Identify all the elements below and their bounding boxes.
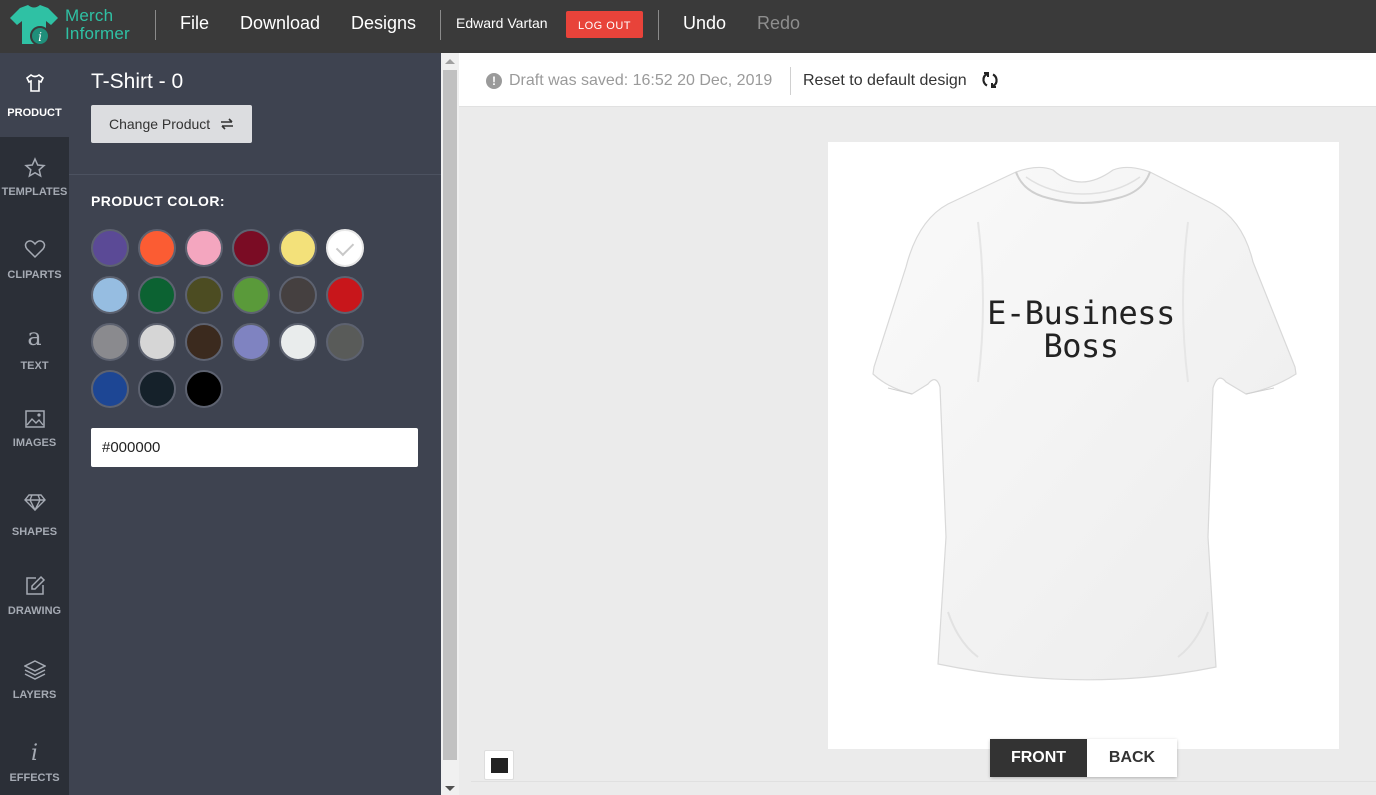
rail-shapes[interactable]: SHAPES xyxy=(0,485,69,569)
rail-label: PRODUCT xyxy=(7,107,62,119)
logo-shirt-icon: i xyxy=(6,2,62,50)
color-swatch[interactable] xyxy=(326,276,364,314)
swap-icon xyxy=(220,106,234,144)
scroll-down-arrow[interactable] xyxy=(445,786,455,791)
rail-cliparts[interactable]: CLIPARTS xyxy=(0,221,69,305)
rail-label: TEMPLATES xyxy=(1,186,68,198)
product-canvas[interactable]: E-Business Boss xyxy=(828,142,1339,749)
edit-icon xyxy=(0,575,69,600)
color-swatch[interactable] xyxy=(185,323,223,361)
brand-line2: Informer xyxy=(65,24,130,43)
undo-button[interactable]: Undo xyxy=(683,13,726,34)
diamond-icon xyxy=(0,493,69,514)
scroll-thumb[interactable] xyxy=(443,70,457,760)
background-color-chip[interactable] xyxy=(484,750,514,780)
product-title: T-Shirt - 0 xyxy=(91,70,184,93)
menu-download[interactable]: Download xyxy=(240,13,320,34)
rail-templates[interactable]: TEMPLATES xyxy=(0,137,69,221)
color-swatch[interactable] xyxy=(91,229,129,267)
layers-icon xyxy=(0,659,69,684)
color-swatch[interactable] xyxy=(185,229,223,267)
color-swatch[interactable] xyxy=(232,276,270,314)
reset-default-link[interactable]: Reset to default design xyxy=(803,72,967,90)
color-swatch[interactable] xyxy=(279,229,317,267)
divider xyxy=(790,67,791,95)
panel-scrollbar[interactable] xyxy=(441,53,459,795)
color-swatch[interactable] xyxy=(185,370,223,408)
print-line1: E-Business xyxy=(987,294,1175,332)
top-bar: i Merch Informer File Download Designs E… xyxy=(0,0,1376,53)
rail-label: IMAGES xyxy=(12,437,57,449)
tshirt-icon xyxy=(0,73,69,96)
hex-color-input[interactable] xyxy=(91,428,418,467)
print-line2: Boss xyxy=(1043,327,1119,365)
menu-designs[interactable]: Designs xyxy=(351,13,416,34)
info-bar: ! Draft was saved: 16:52 20 Dec, 2019 Re… xyxy=(459,53,1376,107)
color-chip-fill xyxy=(491,758,508,773)
color-swatch[interactable] xyxy=(326,323,364,361)
brand-name: Merch Informer xyxy=(65,7,130,43)
color-swatch[interactable] xyxy=(138,276,176,314)
color-swatch[interactable] xyxy=(91,276,129,314)
product-color-label: PRODUCT COLOR: xyxy=(91,193,225,209)
divider xyxy=(155,10,156,40)
design-print-text[interactable]: E-Business Boss xyxy=(941,297,1221,363)
effects-icon: i xyxy=(30,741,39,766)
svg-text:i: i xyxy=(38,30,42,44)
reset-icon[interactable] xyxy=(981,71,999,94)
text-icon: a xyxy=(27,323,42,351)
view-toggle: FRONT BACK xyxy=(990,739,1177,777)
tshirt-mockup xyxy=(872,166,1297,681)
divider xyxy=(471,781,1376,782)
rail-label: TEXT xyxy=(20,360,49,372)
star-icon xyxy=(0,157,69,182)
heart-icon xyxy=(0,239,69,262)
color-swatch[interactable] xyxy=(232,323,270,361)
merch-informer-logo[interactable]: i Merch Informer xyxy=(6,2,138,50)
draft-saved-text: Draft was saved: 16:52 20 Dec, 2019 xyxy=(509,72,773,89)
rail-product[interactable]: PRODUCT xyxy=(0,53,69,137)
rail-label: SHAPES xyxy=(11,526,58,538)
product-panel: T-Shirt - 0 Change Product PRODUCT COLOR… xyxy=(69,53,441,795)
color-swatch[interactable] xyxy=(232,229,270,267)
front-view-button[interactable]: FRONT xyxy=(990,739,1087,777)
color-swatch[interactable] xyxy=(185,276,223,314)
color-swatch[interactable] xyxy=(326,229,364,267)
username: Edward Vartan xyxy=(456,15,548,31)
tool-rail: PRODUCT TEMPLATES CLIPARTS a TEXT IMAGES… xyxy=(0,53,69,795)
divider xyxy=(440,10,441,40)
rail-layers[interactable]: LAYERS xyxy=(0,653,69,737)
design-workspace: ! Draft was saved: 16:52 20 Dec, 2019 Re… xyxy=(459,53,1376,795)
rail-label: CLIPARTS xyxy=(7,269,62,281)
color-swatch[interactable] xyxy=(279,323,317,361)
color-swatch[interactable] xyxy=(91,323,129,361)
rail-drawing[interactable]: DRAWING xyxy=(0,569,69,653)
color-swatch[interactable] xyxy=(138,323,176,361)
image-icon xyxy=(0,409,69,432)
divider xyxy=(658,10,659,40)
rail-label: LAYERS xyxy=(12,689,57,701)
change-product-button[interactable]: Change Product xyxy=(91,105,252,143)
color-swatch[interactable] xyxy=(279,276,317,314)
info-icon: ! xyxy=(486,73,502,89)
color-swatch[interactable] xyxy=(138,229,176,267)
change-product-label: Change Product xyxy=(109,116,211,132)
rail-text[interactable]: a TEXT xyxy=(0,305,69,401)
color-swatch[interactable] xyxy=(91,370,129,408)
logout-button[interactable]: LOG OUT xyxy=(566,11,643,38)
rail-images[interactable]: IMAGES xyxy=(0,401,69,485)
redo-button[interactable]: Redo xyxy=(757,13,800,34)
scroll-up-arrow[interactable] xyxy=(445,59,455,64)
menu-file[interactable]: File xyxy=(180,13,209,34)
rail-label: EFFECTS xyxy=(9,772,60,784)
brand-line1: Merch xyxy=(65,6,114,25)
color-swatch[interactable] xyxy=(138,370,176,408)
rail-effects[interactable]: i EFFECTS xyxy=(0,737,69,795)
rail-label: DRAWING xyxy=(7,605,62,617)
panel-divider xyxy=(69,174,441,175)
back-view-button[interactable]: BACK xyxy=(1087,739,1177,777)
